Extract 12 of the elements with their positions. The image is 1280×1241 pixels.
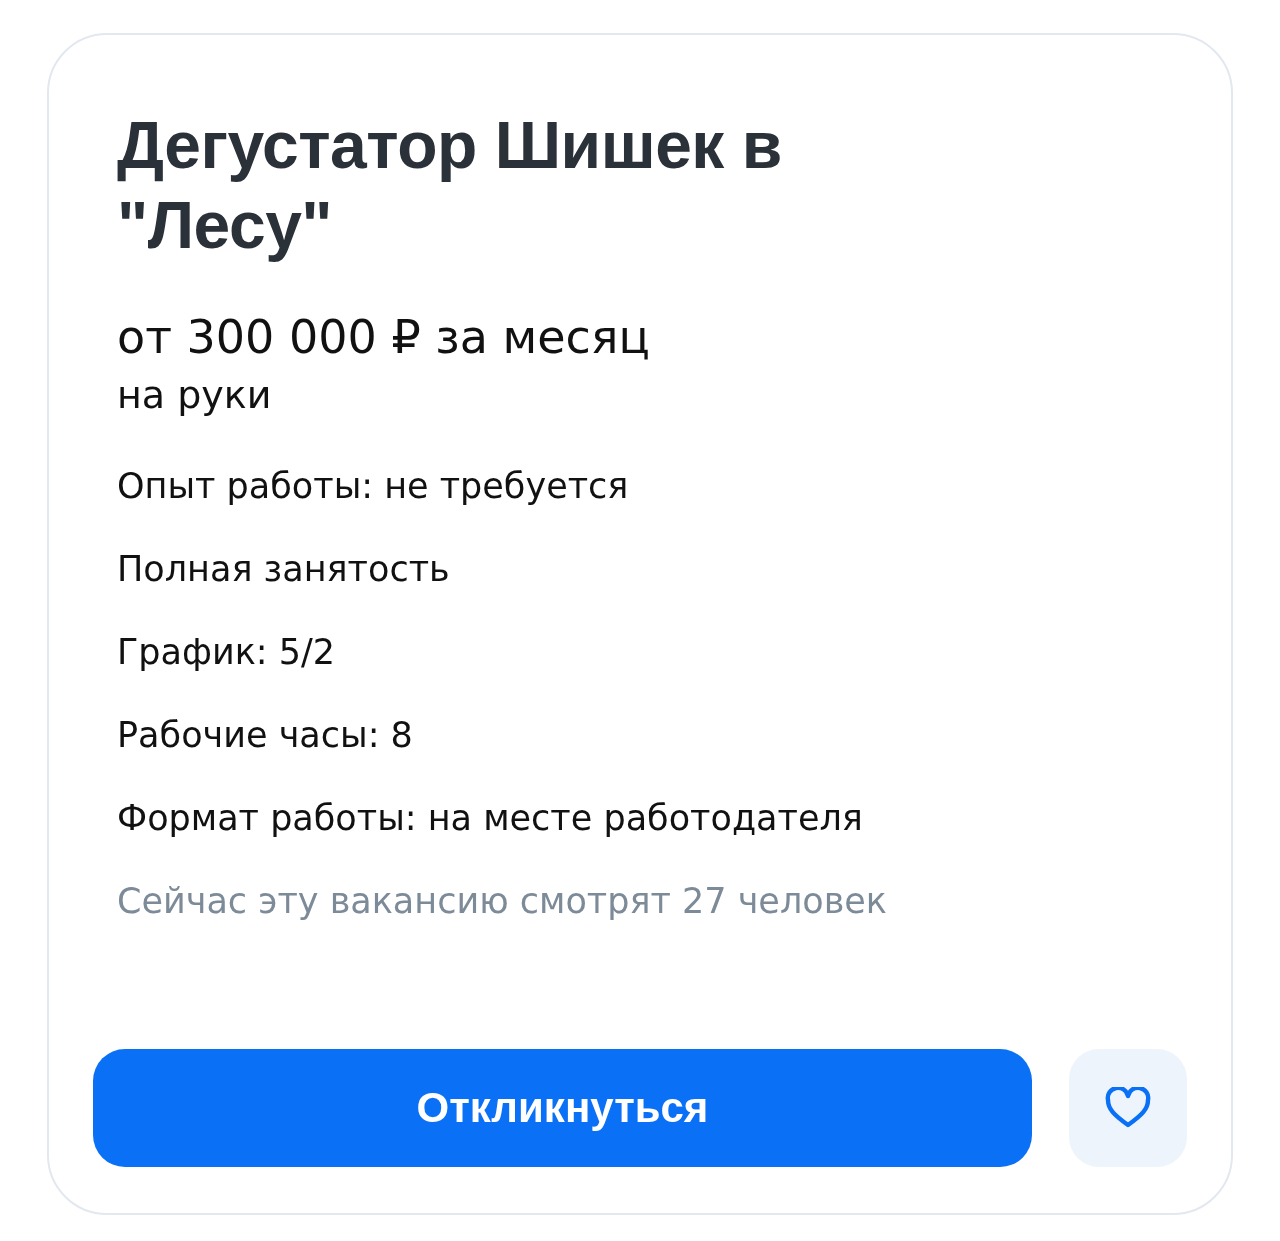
salary-text: от 300 000 ₽ за месяц (117, 309, 651, 366)
apply-button[interactable]: Откликнуться (93, 1049, 1032, 1167)
heart-icon (1104, 1087, 1152, 1129)
detail-text: График: 5/2 (117, 631, 337, 674)
viewers-text: Сейчас эту вакансию смотрят 27 человек (117, 880, 888, 923)
detail-text: Опыт работы: не требуется (117, 465, 630, 508)
salary-note: на руки (117, 372, 273, 419)
vacancy-title: Дегустатор Шишек в "Лесу" (117, 107, 783, 264)
detail-text: Полная занятость (117, 548, 451, 591)
detail-text: Формат работы: на месте работодателя (117, 797, 864, 840)
favorite-button[interactable] (1069, 1049, 1187, 1167)
detail-text: Рабочие часы: 8 (117, 714, 414, 757)
